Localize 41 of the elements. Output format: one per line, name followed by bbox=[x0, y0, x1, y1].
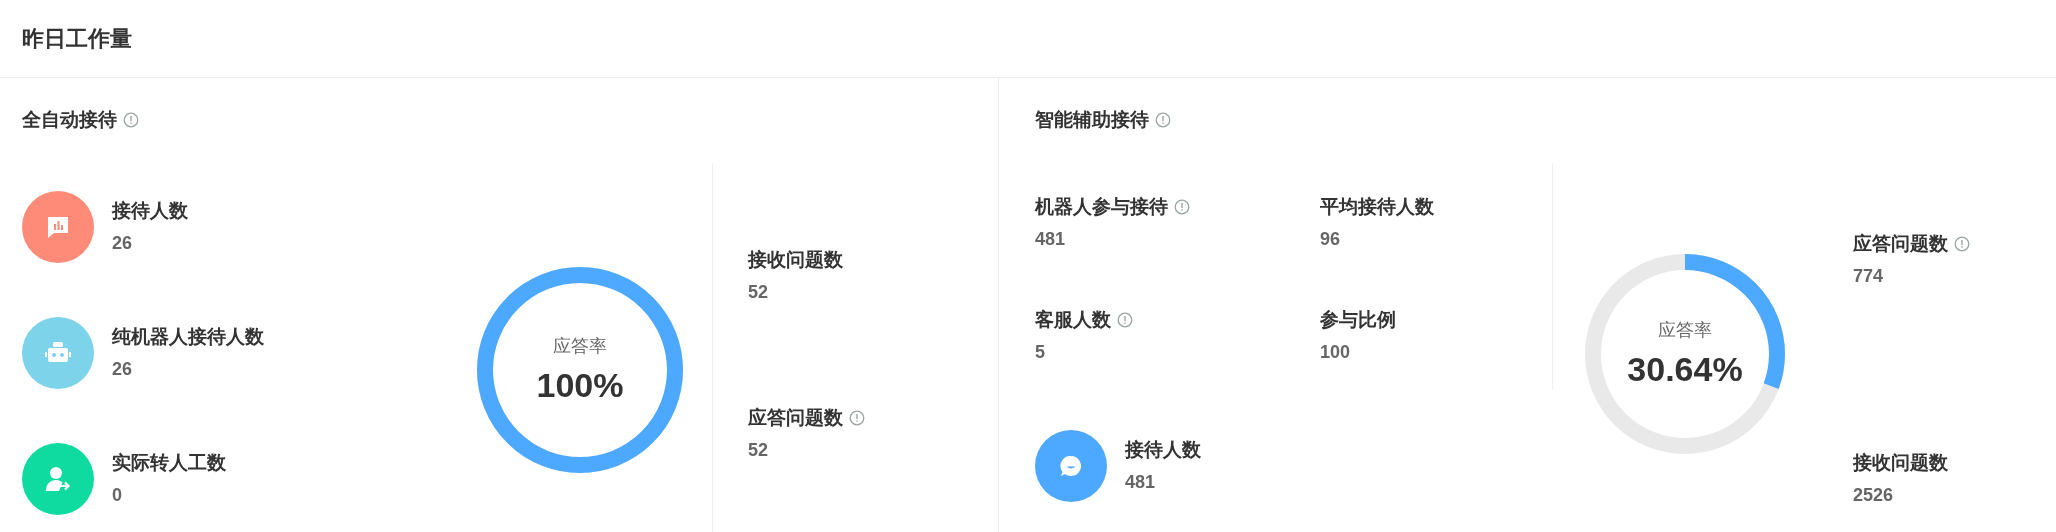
stat-label: 应答问题数 bbox=[748, 406, 843, 430]
stat-value: 26 bbox=[112, 358, 134, 381]
chart-message-icon bbox=[45, 214, 71, 240]
stat-label: 接收问题数 bbox=[1853, 451, 1948, 475]
stat-value: 2526 bbox=[1853, 484, 1895, 507]
stat-label: 客服人数 bbox=[1035, 308, 1111, 332]
stat-value: 5 bbox=[1035, 341, 1046, 364]
page-title: 昨日工作量 bbox=[22, 25, 132, 53]
stat-value: 481 bbox=[1125, 471, 1157, 494]
robot-icon bbox=[44, 341, 72, 365]
stat-value: 96 bbox=[1320, 228, 1342, 251]
stat-label: 纯机器人接待人数 bbox=[112, 325, 264, 349]
stat-label: 平均接待人数 bbox=[1320, 195, 1434, 219]
chat-smile-icon bbox=[1058, 453, 1084, 479]
ring-value: 30.64% bbox=[1627, 349, 1743, 390]
stat-value: 100 bbox=[1320, 341, 1352, 364]
stat-label: 参与比例 bbox=[1320, 308, 1396, 332]
stat-value: 774 bbox=[1853, 265, 1885, 288]
info-icon[interactable] bbox=[1954, 236, 1970, 252]
info-icon[interactable] bbox=[1174, 199, 1190, 215]
stat-label: 接收问题数 bbox=[748, 248, 843, 272]
stat-value: 52 bbox=[748, 281, 770, 304]
info-icon[interactable] bbox=[123, 112, 139, 128]
stat-label: 接待人数 bbox=[1125, 438, 1201, 462]
section-title: 智能辅助接待 bbox=[1035, 107, 1149, 132]
stat-value: 52 bbox=[748, 439, 770, 462]
info-icon[interactable] bbox=[1155, 112, 1171, 128]
stat-value: 26 bbox=[112, 232, 134, 255]
stat-label: 应答问题数 bbox=[1853, 232, 1948, 256]
ring-label: 应答率 bbox=[553, 335, 607, 358]
info-icon[interactable] bbox=[849, 410, 865, 426]
stat-label: 实际转人工数 bbox=[112, 451, 226, 475]
section-title: 全自动接待 bbox=[22, 107, 117, 132]
person-transfer-icon bbox=[44, 465, 72, 493]
info-icon[interactable] bbox=[1117, 312, 1133, 328]
ring-label: 应答率 bbox=[1658, 319, 1712, 342]
ring-value: 100% bbox=[536, 365, 624, 406]
stat-label: 接待人数 bbox=[112, 199, 188, 223]
stat-label: 机器人参与接待 bbox=[1035, 195, 1168, 219]
stat-value: 481 bbox=[1035, 228, 1067, 251]
stat-value: 0 bbox=[112, 484, 123, 507]
